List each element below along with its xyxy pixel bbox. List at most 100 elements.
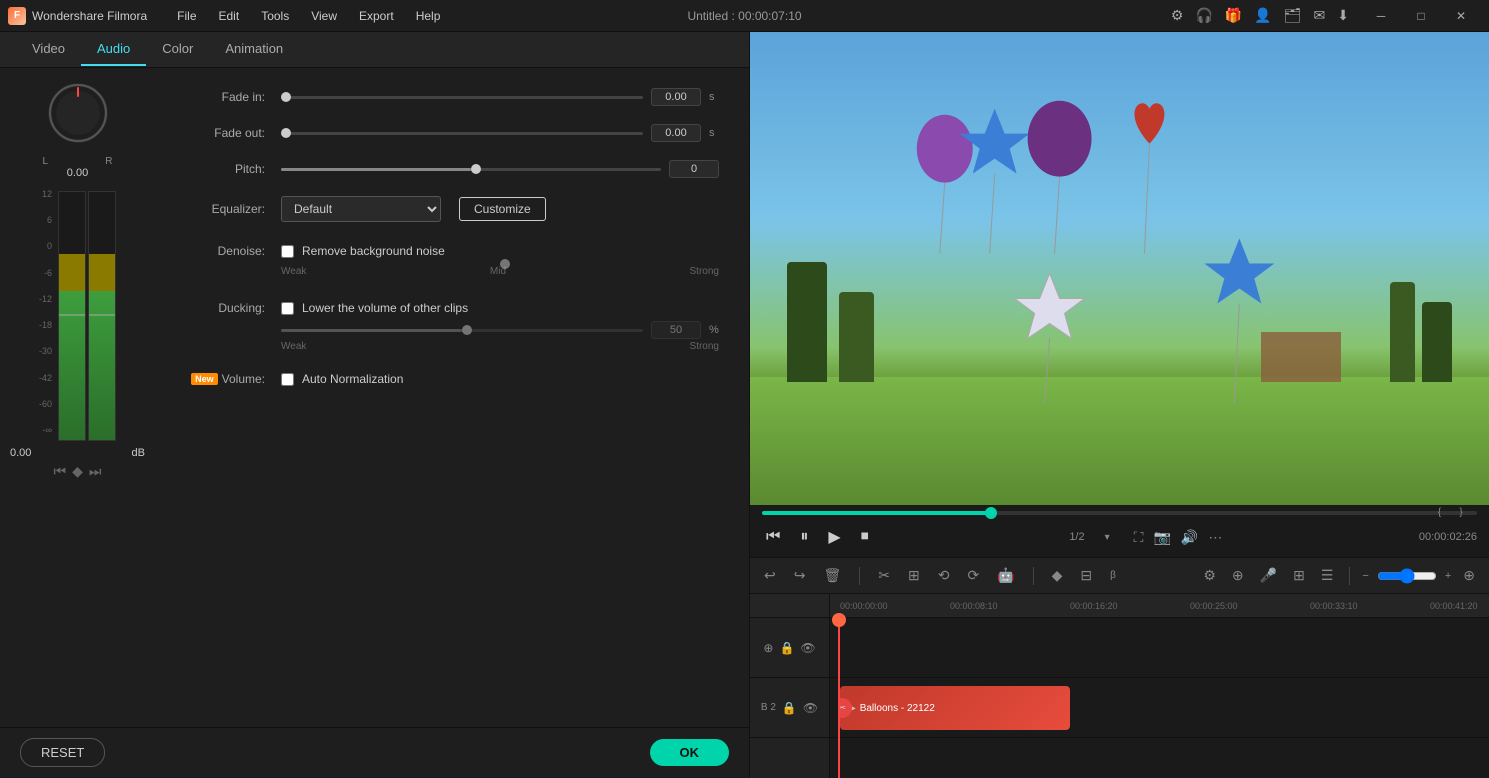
- track-b2-visibility-button[interactable]: 👁: [803, 701, 818, 715]
- play-button[interactable]: ▶: [824, 523, 844, 551]
- reset-button[interactable]: RESET: [20, 738, 105, 767]
- video-progress-thumb[interactable]: [985, 507, 997, 519]
- tl-overlay-button[interactable]: ⊞: [1289, 563, 1309, 588]
- fullscreen-icon[interactable]: ⛶: [1134, 529, 1144, 546]
- more-icon[interactable]: ⋯: [1208, 529, 1222, 546]
- tl-fit-button[interactable]: ⊕: [1459, 563, 1479, 588]
- tl-caption-button[interactable]: ☰: [1317, 563, 1338, 588]
- stop-button[interactable]: ⏹: [857, 524, 873, 550]
- vu-prev-button[interactable]: ⏮: [54, 463, 67, 480]
- menu-view[interactable]: View: [301, 5, 347, 27]
- fade-in-track[interactable]: [281, 96, 643, 99]
- tl-redo-button[interactable]: ↪: [790, 563, 810, 588]
- vu-reset-button[interactable]: ◆: [72, 463, 83, 480]
- zoom-slider[interactable]: [1377, 568, 1437, 584]
- video-progress-bar[interactable]: { }: [762, 511, 1477, 515]
- menu-export[interactable]: Export: [349, 5, 404, 27]
- fade-out-track[interactable]: [281, 132, 643, 135]
- menu-help[interactable]: Help: [406, 5, 451, 27]
- tl-mic-button[interactable]: 🎤: [1256, 563, 1281, 588]
- volume-label: Volume:: [222, 372, 265, 386]
- tl-audio-stretch-button[interactable]: β: [1106, 566, 1120, 585]
- denoise-checkbox-row: Remove background noise: [281, 244, 719, 258]
- track-visibility-button[interactable]: 👁: [800, 641, 815, 655]
- snapshot-icon[interactable]: 📷: [1153, 529, 1170, 546]
- tl-delete-button[interactable]: 🗑: [819, 563, 845, 588]
- tab-video[interactable]: Video: [16, 33, 81, 66]
- tab-animation[interactable]: Animation: [209, 33, 299, 66]
- fade-out-value[interactable]: [651, 124, 701, 142]
- track-add-button[interactable]: ⊕: [763, 641, 773, 655]
- auto-normalization-checkbox[interactable]: [281, 373, 294, 386]
- denoise-label-strong: Strong: [690, 266, 719, 277]
- fade-in-thumb[interactable]: [281, 92, 291, 102]
- customize-button[interactable]: Customize: [459, 197, 546, 221]
- playhead: [838, 618, 840, 778]
- track-b2-lock-button[interactable]: 🔒: [782, 701, 797, 715]
- video-clip[interactable]: ✂ ▶ Balloons - 22122: [840, 686, 1070, 730]
- ducking-checkbox-label[interactable]: Lower the volume of other clips: [302, 301, 468, 315]
- ducking-checkbox[interactable]: [281, 302, 294, 315]
- menu-edit[interactable]: Edit: [209, 5, 250, 27]
- pitch-value[interactable]: [669, 160, 719, 178]
- ruler-time-0: 00:00:00:00: [840, 601, 888, 611]
- track-headers: ⊕ 🔒 👁 B 2 🔒 👁: [750, 594, 830, 778]
- pitch-thumb[interactable]: [471, 164, 481, 174]
- denoise-thumb[interactable]: [500, 259, 510, 269]
- tl-crop-button[interactable]: ⊞: [904, 563, 924, 588]
- tl-keyframe-button[interactable]: ◆: [1048, 563, 1067, 588]
- pitch-slider-container: [281, 160, 719, 178]
- pan-knob[interactable]: [43, 78, 113, 148]
- download-icon[interactable]: ⬇: [1337, 7, 1349, 24]
- tl-cut-button[interactable]: ✂: [874, 563, 894, 588]
- tl-settings-button[interactable]: ⚙: [1199, 563, 1220, 588]
- track-body: ✂ ▶ Balloons - 22122: [830, 618, 1489, 778]
- denoise-checkbox[interactable]: [281, 245, 294, 258]
- vu-value: 0.00: [10, 447, 31, 459]
- tl-transform-button[interactable]: ⟲: [934, 563, 954, 588]
- menu-file[interactable]: File: [167, 5, 206, 27]
- tl-speed-button[interactable]: ⟳: [963, 563, 983, 588]
- fade-in-value[interactable]: [651, 88, 701, 106]
- denoise-checkbox-label[interactable]: Remove background noise: [302, 244, 445, 258]
- tl-magnet-button[interactable]: ⊕: [1228, 563, 1248, 588]
- video-time: 00:00:02:26: [1419, 531, 1477, 543]
- headphone-icon[interactable]: 🎧: [1195, 7, 1212, 24]
- mail-icon[interactable]: ✉: [1314, 7, 1326, 24]
- frame-back-button[interactable]: ⏸: [796, 524, 812, 550]
- track-lock-button[interactable]: 🔒: [779, 641, 794, 655]
- equalizer-select[interactable]: Default Classical Deep Electronic Hip-ho…: [281, 196, 441, 222]
- ducking-track[interactable]: [281, 329, 643, 332]
- ducking-label-strong: Strong: [690, 341, 719, 352]
- fade-out-thumb[interactable]: [281, 128, 291, 138]
- step-back-button[interactable]: ⏮: [762, 524, 784, 550]
- fade-in-label: Fade in:: [185, 90, 265, 104]
- user-icon[interactable]: 👤: [1254, 7, 1271, 24]
- maximize-button[interactable]: □: [1401, 0, 1441, 32]
- volume-icon[interactable]: 🔊: [1181, 529, 1198, 546]
- ducking-value[interactable]: [651, 321, 701, 339]
- ok-button[interactable]: OK: [650, 739, 730, 766]
- minimize-button[interactable]: ─: [1361, 0, 1401, 32]
- volume-checkbox-row: Auto Normalization: [281, 372, 403, 386]
- menu-tools[interactable]: Tools: [251, 5, 299, 27]
- close-button[interactable]: ✕: [1441, 0, 1481, 32]
- tab-color[interactable]: Color: [146, 33, 209, 66]
- video-preview: [750, 32, 1489, 505]
- tl-ai-button[interactable]: 🤖: [993, 563, 1018, 588]
- pitch-track[interactable]: [281, 168, 661, 171]
- folder-icon[interactable]: 🗂: [1284, 7, 1302, 24]
- fade-out-unit: s: [709, 127, 719, 139]
- tl-undo-button[interactable]: ↩: [760, 563, 780, 588]
- titlebar: F Wondershare Filmora File Edit Tools Vi…: [0, 0, 1489, 32]
- settings-icon[interactable]: ⚙: [1171, 7, 1184, 24]
- page-dropdown-icon[interactable]: ▾: [1105, 532, 1110, 543]
- gift-icon[interactable]: 🎁: [1225, 7, 1242, 24]
- auto-normalization-label[interactable]: Auto Normalization: [302, 372, 403, 386]
- ducking-thumb[interactable]: [462, 325, 472, 335]
- ruler-time-4: 00:00:33:10: [1310, 601, 1358, 611]
- track-b2-label: B 2: [761, 702, 776, 713]
- tl-split-button[interactable]: ⊟: [1076, 563, 1096, 588]
- vu-next-button[interactable]: ⏭: [89, 463, 102, 480]
- tab-audio[interactable]: Audio: [81, 33, 146, 66]
